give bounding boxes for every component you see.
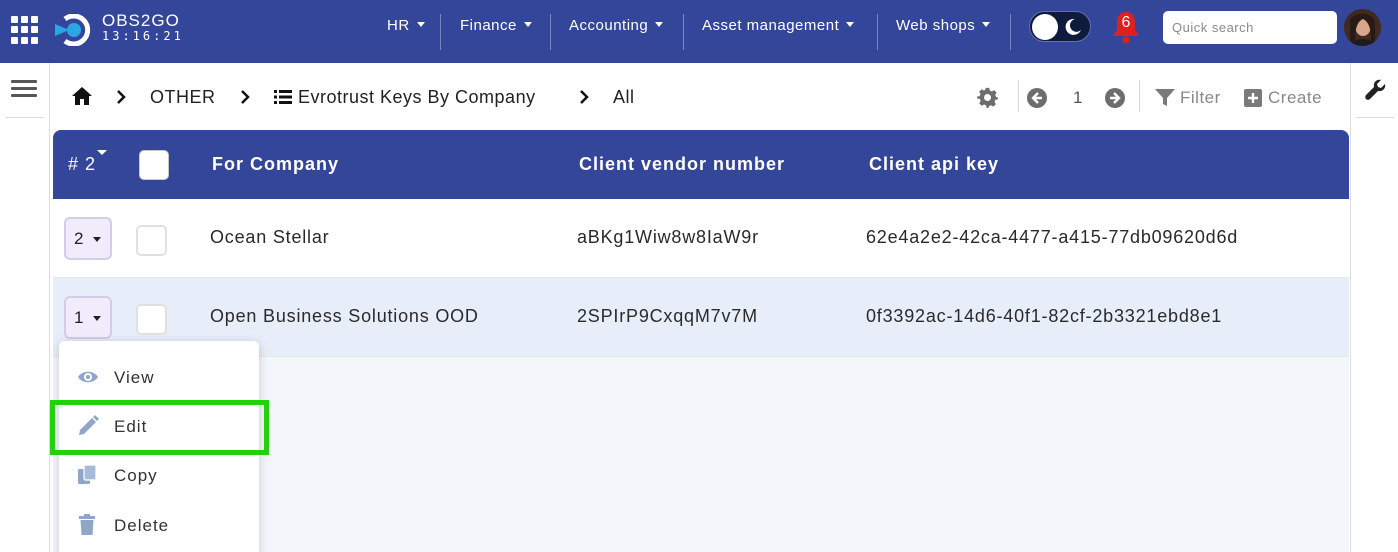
gear-icon[interactable]	[977, 87, 998, 108]
brand[interactable]: OBS2GO 13:16:21	[102, 12, 184, 42]
breadcrumb-all[interactable]: All	[613, 86, 635, 108]
create-button[interactable]: Create	[1268, 87, 1322, 109]
pencil-icon	[79, 415, 99, 435]
caret-down-icon	[982, 21, 991, 27]
dark-mode-toggle[interactable]	[1029, 11, 1091, 42]
chevron-right-icon	[117, 90, 126, 104]
clock: 13:16:21	[102, 29, 184, 43]
header-client-vendor-number[interactable]: Client vendor number	[579, 154, 785, 175]
copy-icon	[78, 464, 97, 484]
filter-button[interactable]: Filter	[1180, 87, 1221, 109]
menu-hr[interactable]: HR	[387, 0, 425, 52]
arrow-right-circle-icon[interactable]	[1105, 88, 1125, 108]
header-client-api-key[interactable]: Client api key	[869, 154, 999, 175]
menu-accounting[interactable]: Accounting	[569, 0, 664, 52]
list-icon	[274, 90, 292, 104]
row-actions-dropdown[interactable]: 2	[64, 217, 112, 260]
chevron-right-icon	[580, 90, 589, 104]
trash-icon	[79, 514, 95, 535]
wrench-icon[interactable]	[1365, 79, 1387, 101]
menu-item-delete[interactable]: Delete	[59, 502, 259, 546]
plus-square-icon[interactable]	[1244, 89, 1262, 107]
home-icon[interactable]	[71, 86, 93, 106]
quick-search-input[interactable]	[1163, 11, 1337, 44]
sort-caret-icon[interactable]	[97, 150, 107, 155]
filter-icon[interactable]	[1155, 89, 1175, 107]
row-checkbox[interactable]	[136, 304, 167, 335]
user-avatar[interactable]	[1344, 9, 1381, 46]
breadcrumb-other[interactable]: OTHER	[150, 86, 216, 108]
arrow-left-circle-icon[interactable]	[1027, 88, 1047, 108]
notification-count: 6	[1121, 14, 1131, 31]
eye-icon	[78, 371, 98, 383]
table-row[interactable]: 2 Ocean Stellar aBKg1Wiw8w8IaW9r 62e4a2e…	[53, 199, 1349, 278]
apps-grid-icon[interactable]	[11, 16, 39, 44]
brand-name: OBS2GO	[102, 11, 180, 30]
top-navbar: OBS2GO 13:16:21 HR Finance Accounting As…	[0, 0, 1398, 63]
row-actions-menu: View Edit Copy Delete	[59, 341, 259, 552]
row-checkbox[interactable]	[136, 225, 167, 256]
chevron-right-icon	[241, 90, 250, 104]
toggle-knob	[1032, 14, 1058, 40]
table-header: # 2 For Company Client vendor number Cli…	[53, 130, 1349, 199]
hamburger-menu-icon[interactable]	[11, 80, 37, 98]
breadcrumb-evrotrust-keys[interactable]: Evrotrust Keys By Company	[298, 86, 536, 108]
cell-client-vendor-number: 2SPIrP9CxqqM7v7M	[577, 306, 758, 326]
menu-web-shops[interactable]: Web shops	[896, 0, 991, 52]
header-number[interactable]: # 2	[68, 154, 96, 175]
cell-client-api-key: 0f3392ac-14d6-40f1-82cf-2b3321ebd8e1	[866, 306, 1223, 326]
select-all-checkbox[interactable]	[139, 150, 169, 180]
menu-finance[interactable]: Finance	[460, 0, 532, 52]
left-rail	[0, 63, 50, 552]
right-rail	[1350, 63, 1398, 552]
page-number: 1	[1073, 88, 1083, 107]
moon-icon	[1065, 18, 1081, 35]
header-for-company[interactable]: For Company	[212, 154, 339, 175]
caret-down-icon	[846, 21, 855, 27]
cell-client-api-key: 62e4a2e2-42ca-4477-a415-77db09620d6d	[866, 227, 1239, 247]
logo-icon	[55, 14, 91, 46]
cell-for-company: Open Business Solutions OOD	[210, 306, 479, 326]
cell-for-company: Ocean Stellar	[210, 227, 330, 247]
caret-down-icon	[655, 21, 664, 27]
menu-asset-management[interactable]: Asset management	[702, 0, 855, 52]
menu-item-view[interactable]: View	[59, 354, 259, 398]
row-actions-dropdown[interactable]: 1	[64, 296, 112, 339]
caret-down-icon	[523, 21, 532, 27]
cell-client-vendor-number: aBKg1Wiw8w8IaW9r	[577, 227, 759, 247]
menu-item-copy[interactable]: Copy	[59, 452, 259, 496]
caret-down-icon	[416, 21, 425, 27]
menu-item-edit[interactable]: Edit	[59, 403, 259, 447]
